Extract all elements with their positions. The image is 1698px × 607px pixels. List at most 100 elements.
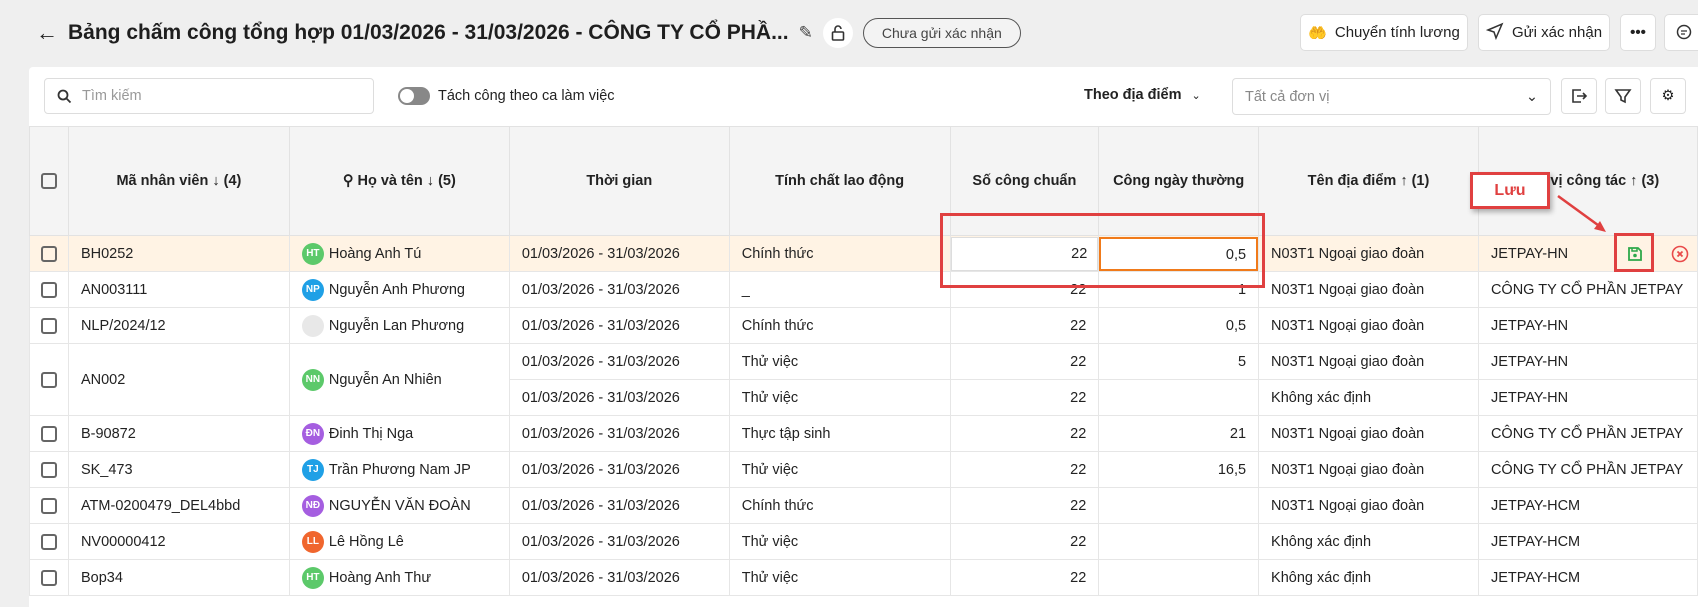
cancel-icon[interactable]	[1671, 245, 1689, 263]
row-checkbox[interactable]	[40, 281, 57, 298]
avatar	[301, 314, 324, 337]
column-header[interactable]: Thời gian	[508, 126, 730, 236]
column-header[interactable]: Công ngày thường	[1098, 126, 1260, 236]
work-unit-cell: CÔNG TY CỔ PHẦN JETPAY	[1477, 271, 1698, 308]
normal-days-cell[interactable]	[1098, 559, 1260, 596]
row-checkbox[interactable]	[40, 245, 57, 262]
table-row[interactable]: AN003111 NP Nguyễn Anh Phương 01/03/2026 - …	[29, 271, 1698, 308]
column-header-label: Công ngày thường	[1113, 173, 1245, 189]
standard-days-cell[interactable]: 22	[949, 487, 1100, 524]
employee-name-cell: NN Nguyễn An Nhiên	[288, 343, 510, 416]
row-checkbox[interactable]	[40, 569, 57, 586]
unlock-icon[interactable]	[822, 18, 853, 48]
search-input[interactable]: Tìm kiếm	[44, 78, 374, 114]
standard-days-cell[interactable]: 22	[949, 343, 1100, 380]
transfer-payroll-button[interactable]: 🤲 Chuyển tính lương	[1300, 14, 1468, 51]
standard-days-input[interactable]: 22	[950, 236, 1098, 271]
employee-name: Nguyễn An Nhiên	[328, 371, 442, 388]
period-cell: 01/03/2026 - 31/03/2026	[508, 559, 730, 596]
row-select[interactable]	[29, 451, 69, 488]
row-checkbox[interactable]	[40, 497, 57, 514]
comment-icon[interactable]	[1664, 14, 1698, 51]
row-checkbox[interactable]	[40, 425, 57, 442]
normal-days-cell[interactable]: 1	[1098, 271, 1260, 308]
normal-days-cell[interactable]	[1098, 487, 1260, 524]
table-row[interactable]: ATM-0200479_DEL4bbd NĐ NGUYỄN VĂN ĐOÀN 01/0…	[29, 487, 1698, 524]
row-select[interactable]	[29, 559, 69, 596]
row-select[interactable]	[29, 307, 69, 344]
table-row[interactable]: B-90872 ĐN Đinh Thị Nga 01/03/2026 - 31/03/…	[29, 415, 1698, 452]
avatar: NP	[301, 278, 324, 301]
split-shift-toggle[interactable]: Tách công theo ca làm việc	[398, 87, 615, 105]
more-options-icon[interactable]: •••	[1620, 14, 1656, 51]
standard-days-cell[interactable]: 22	[949, 559, 1100, 596]
normal-days-cell[interactable]: 16,5	[1098, 451, 1260, 488]
row-select[interactable]	[29, 343, 69, 416]
avatar: NĐ	[301, 494, 324, 517]
employee-code-cell: AN003111	[67, 271, 290, 308]
column-header[interactable]: Số công chuẩn	[949, 126, 1100, 236]
column-header[interactable]: ⚲ Họ và tên ↓ (5)	[288, 126, 510, 236]
standard-days-cell[interactable]: 22	[949, 271, 1100, 308]
table-row[interactable]: NV00000412 LL Lê Hồng Lê 01/03/2026 - 31/03…	[29, 523, 1698, 560]
employee-code: AN002	[80, 371, 126, 388]
location: N03T1 Ngoại giao đoàn	[1271, 245, 1425, 262]
filter-icon[interactable]	[1605, 78, 1641, 114]
normal-days-cell[interactable]	[1098, 523, 1260, 560]
pin-icon[interactable]: ⚲	[343, 173, 358, 189]
column-header[interactable]: Mã nhân viên ↓ (4)	[67, 126, 290, 236]
column-header[interactable]: Tên địa điểm ↑ (1)	[1258, 126, 1479, 236]
period-cell: 01/03/2026 - 31/03/2026	[508, 379, 730, 416]
table-row[interactable]: NLP/2024/12 Nguyễn Lan Phương 01/03/2026 -…	[29, 307, 1698, 344]
export-icon[interactable]	[1561, 78, 1597, 114]
column-header-label: Tên địa điểm ↑ (1)	[1307, 173, 1430, 189]
row-checkbox[interactable]	[40, 461, 57, 478]
normal-days-cell[interactable]: 21	[1098, 415, 1260, 452]
standard-days-cell[interactable]: 22	[949, 379, 1100, 416]
row-select[interactable]	[29, 235, 69, 272]
standard-days: 22	[1070, 353, 1087, 370]
column-header[interactable]: Tính chất lao động	[728, 126, 951, 236]
standard-days-cell[interactable]: 22	[949, 415, 1100, 452]
work-unit-cell: CÔNG TY CỔ PHẦN JETPAY	[1477, 451, 1698, 488]
location-cell: Không xác định	[1258, 559, 1479, 596]
table-row[interactable]: AN002 NN Nguyễn An Nhiên 01/03/2026 - 31/03…	[29, 343, 1698, 416]
row-select[interactable]	[29, 487, 69, 524]
group-by-dropdown[interactable]: Theo địa điểm ⌄	[1084, 87, 1201, 103]
status-badge: Chưa gửi xác nhận	[862, 18, 1021, 48]
row-checkbox[interactable]	[40, 533, 57, 550]
period: 01/03/2026 - 31/03/2026	[521, 317, 680, 334]
table-row[interactable]: Bop34 HT Hoàng Anh Thư 01/03/2026 - 31/03/2…	[29, 559, 1698, 596]
standard-days-cell[interactable]: 22	[949, 451, 1100, 488]
location-cell: Không xác định	[1258, 379, 1479, 416]
row-checkbox[interactable]	[40, 371, 57, 388]
row-checkbox[interactable]	[40, 317, 57, 334]
row-select[interactable]	[29, 523, 69, 560]
standard-days: 22	[1070, 569, 1087, 586]
normal-days-input[interactable]: 0,5	[1099, 236, 1258, 271]
normal-days-cell[interactable]	[1098, 379, 1260, 416]
normal-days-cell[interactable]: 0,5	[1098, 307, 1260, 344]
standard-days-cell[interactable]: 22	[949, 235, 1100, 272]
avatar: LL	[301, 530, 324, 553]
select-all-header	[29, 126, 69, 236]
standard-days-cell[interactable]: 22	[949, 307, 1100, 344]
back-arrow-icon[interactable]: ←	[36, 20, 58, 46]
row-select[interactable]	[29, 271, 69, 308]
settings-gear-icon[interactable]: ⚙	[1650, 78, 1686, 114]
select-all-checkbox[interactable]	[40, 173, 57, 190]
standard-days-cell[interactable]: 22	[949, 523, 1100, 560]
unit-select[interactable]: Tất cả đơn vị ⌄	[1232, 78, 1551, 115]
table-row[interactable]: SK_473 TJ Trần Phương Nam JP 01/03/2026 - 3…	[29, 451, 1698, 488]
edit-pencil-icon[interactable]: ✎	[799, 23, 813, 43]
unit-placeholder: Tất cả đơn vị	[1245, 88, 1330, 105]
send-confirm-button[interactable]: Gửi xác nhận	[1478, 14, 1610, 51]
labor-type-cell: Thử việc	[728, 451, 951, 488]
normal-days-cell[interactable]: 5	[1098, 343, 1260, 380]
toggle-switch[interactable]	[398, 87, 430, 105]
normal-days-cell[interactable]: 0,5	[1098, 235, 1260, 272]
page-title: Bảng chấm công tổng hợp 01/03/2026 - 31/…	[68, 21, 789, 44]
row-select[interactable]	[29, 415, 69, 452]
table-row[interactable]: BH0252 HT Hoàng Anh Tú 01/03/2026 - 31/03/2…	[29, 235, 1698, 272]
callout-arrow-icon	[1557, 194, 1606, 232]
